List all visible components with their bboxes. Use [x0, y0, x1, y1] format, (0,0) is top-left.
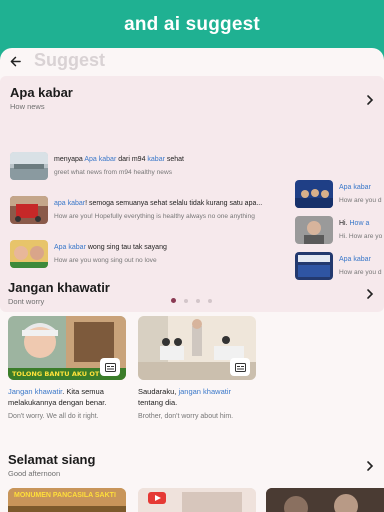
- carousel-indicator: [171, 298, 212, 303]
- section-subtitle: Good afternoon: [8, 469, 61, 478]
- video-thumbnail[interactable]: [266, 488, 384, 512]
- translation-text: How are you d: [339, 268, 382, 276]
- subtitle-toggle-button[interactable]: [230, 358, 250, 376]
- video-card[interactable]: TOLONG BANTU AKU OT Jangan khawatir. Kit…: [8, 316, 126, 422]
- translation-text: Don't worry. We all do it right.: [8, 413, 99, 420]
- section-subtitle: How news: [10, 102, 45, 111]
- page-dot[interactable]: [208, 298, 212, 303]
- thumbnail-overlay-text: MONUMEN PANCASILA SAKTI: [14, 492, 116, 499]
- translation-text: Brother, don't worry about him.: [138, 413, 234, 420]
- video-card[interactable]: Saudaraku, jangan khawatir tentang dia. …: [138, 316, 256, 422]
- video-thumbnail: TOLONG BANTU AKU OT: [8, 316, 126, 380]
- subtitles-icon: [104, 362, 116, 372]
- video-thumbnail: [295, 252, 333, 280]
- video-thumbnail: [10, 152, 48, 180]
- list-item[interactable]: Apa kabar How are you d: [295, 180, 382, 208]
- video-thumbnail[interactable]: [138, 488, 256, 512]
- phrase-text: Jangan khawatir. Kita semua melakukannya…: [8, 387, 107, 407]
- page-dot[interactable]: [184, 298, 188, 303]
- phrase-text: Apa kabar wong sing tau tak sayang: [54, 243, 167, 251]
- translation-text: How are you! Hopefully everything is hea…: [54, 212, 255, 220]
- list-item[interactable]: Hi. How a Hi. How are yo: [295, 216, 382, 244]
- promo-banner: and ai suggest: [0, 0, 384, 50]
- page-title: Suggest: [34, 50, 106, 70]
- subtitles-icon: [234, 362, 246, 372]
- phrase-text: Hi. How a: [339, 219, 370, 227]
- section-apa-kabar[interactable]: Apa kabar How news menyapa Apa kabar dar…: [0, 76, 384, 312]
- page-dot-active[interactable]: [171, 298, 176, 303]
- banner-title: and ai suggest: [124, 14, 260, 35]
- section-title: Selamat siang: [8, 452, 96, 467]
- chevron-right-icon[interactable]: [364, 460, 376, 472]
- back-button[interactable]: [6, 52, 24, 70]
- list-item[interactable]: apa kabar! semoga semuanya sehat selalu …: [10, 196, 262, 224]
- translation-text: How are you wong sing out no love: [54, 256, 157, 264]
- list-item[interactable]: Apa kabar How are you d: [295, 252, 382, 280]
- translation-text: Hi. How are yo: [339, 232, 383, 240]
- top-bar: Suggest: [0, 48, 384, 74]
- video-thumbnail: [10, 240, 48, 268]
- section-title: Apa kabar: [10, 85, 73, 100]
- app-sheet: Suggest Apa kabar How news menyapa Apa k…: [0, 48, 384, 512]
- video-thumbnail: [10, 196, 48, 224]
- video-thumbnail: [295, 216, 333, 244]
- translation-text: greet what news from m94 healthy news: [54, 168, 173, 176]
- chevron-right-icon[interactable]: [364, 288, 376, 300]
- subtitle-toggle-button[interactable]: [100, 358, 120, 376]
- page-dot[interactable]: [196, 298, 200, 303]
- video-thumbnail: [295, 180, 333, 208]
- phrase-text: Apa kabar: [339, 255, 371, 263]
- phrase-text: menyapa Apa kabar dari m94 kabar sehat: [54, 155, 184, 163]
- section-subtitle: Dont worry: [8, 297, 45, 306]
- phrase-text: apa kabar! semoga semuanya sehat selalu …: [54, 199, 263, 207]
- chevron-right-icon[interactable]: [364, 94, 376, 106]
- thumbnail-overlay-text: TOLONG BANTU AKU OT: [12, 370, 100, 378]
- phrase-text: Saudaraku, jangan khawatir tentang dia.: [138, 387, 231, 407]
- translation-text: How are you d: [339, 196, 382, 204]
- video-thumbnail: [138, 316, 256, 380]
- phrase-text: Apa kabar: [339, 183, 371, 191]
- list-item[interactable]: Apa kabar wong sing tau tak sayang How a…: [10, 240, 167, 268]
- section-title: Jangan khawatir: [8, 280, 110, 295]
- arrow-left-icon: [10, 56, 21, 66]
- list-item[interactable]: menyapa Apa kabar dari m94 kabar sehat g…: [10, 152, 184, 180]
- video-thumbnail[interactable]: MONUMEN PANCASILA SAKTI: [8, 488, 126, 512]
